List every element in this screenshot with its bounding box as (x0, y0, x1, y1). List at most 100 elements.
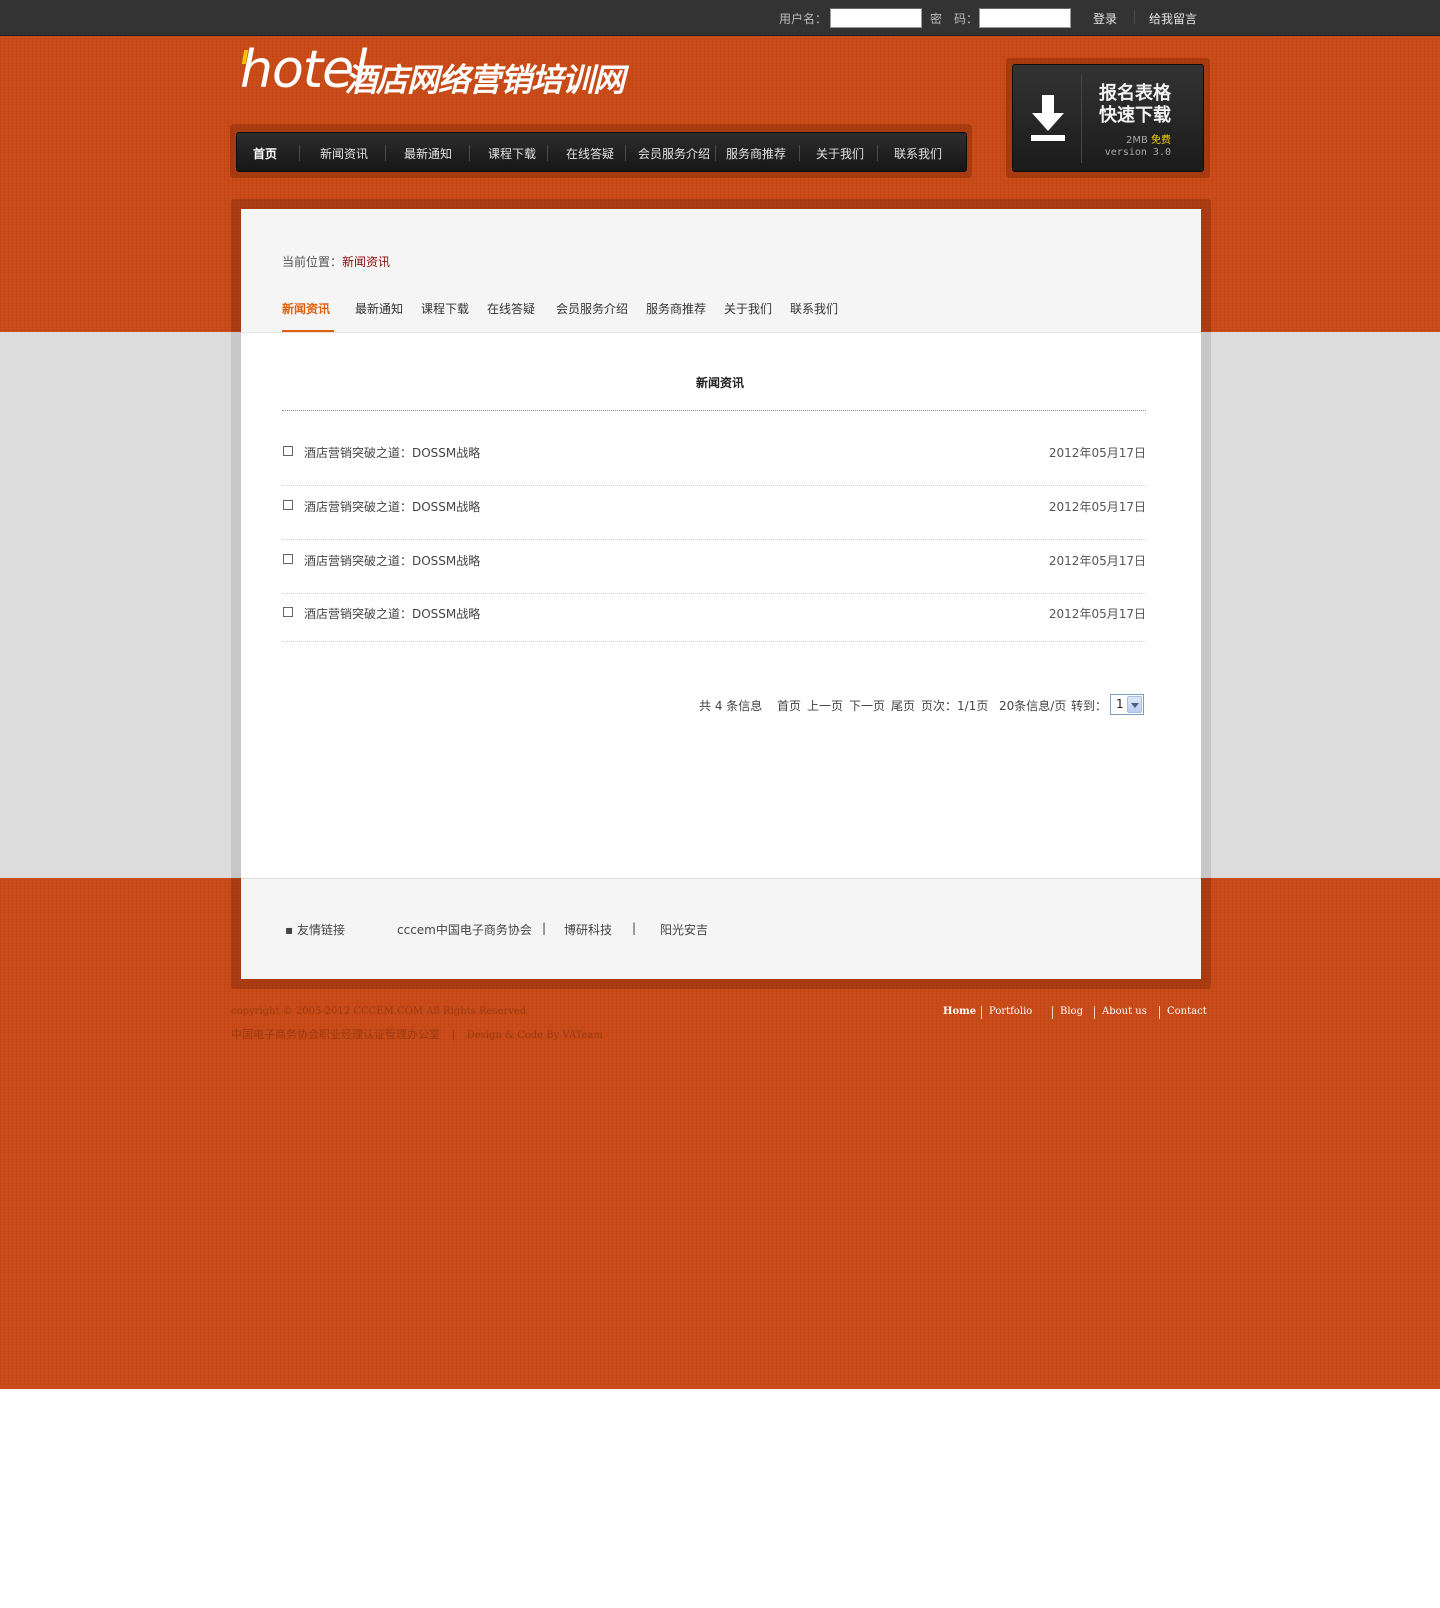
nav-item-qa[interactable]: 在线答疑 (566, 145, 614, 162)
download-title-line2: 快速下载 (1099, 105, 1171, 126)
footer-nav-divider (1052, 1006, 1053, 1019)
pager-page-info: 页次：1/1页 (921, 699, 989, 713)
friend-links-label: ▪ 友情链接 (285, 923, 345, 937)
leave-message-link[interactable]: 给我留言 (1149, 10, 1197, 27)
footer-nav-contact[interactable]: Contact (1167, 1006, 1207, 1017)
chevron-down-icon[interactable] (1127, 696, 1142, 713)
nav-item-membership[interactable]: 会员服务介绍 (638, 145, 710, 162)
friend-link-separator: | (542, 921, 547, 935)
main-nav: 首页 新闻资讯 最新通知 课程下载 在线答疑 会员服务介绍 服务商推荐 关于我们… (236, 132, 967, 172)
footer-org-line: 中国电子商务协会职业经理认证管理办公室 | Design & Code By V… (231, 1026, 603, 1042)
nav-item-news[interactable]: 新闻资讯 (320, 145, 368, 162)
bullet-square-icon (283, 607, 293, 617)
nav-divider (877, 145, 878, 161)
password-input[interactable] (979, 8, 1071, 28)
subnav-item-news[interactable]: 新闻资讯 (282, 300, 330, 317)
list-item-date: 2012年05月17日 (1048, 607, 1146, 621)
list-item-title[interactable]: 酒店营销突破之道：DOSSM战略 (304, 444, 480, 461)
bullet-square-icon (283, 446, 293, 456)
password-label: 密 码： (930, 12, 979, 26)
subnav-item-contact[interactable]: 联系我们 (790, 300, 838, 317)
bullet-square-icon (283, 554, 293, 564)
list-item: 酒店营销突破之道：DOSSM战略 2012年05月17日 (282, 432, 1146, 486)
copyright-text: copyright © 2005-2012 CCCEM.COM All Righ… (231, 1006, 527, 1017)
friend-link-cccem[interactable]: cccem中国电子商务协会 (397, 921, 532, 938)
friend-link-yangguang[interactable]: 阳光安吉 (660, 921, 708, 938)
list-heading: 新闻资讯 (695, 376, 744, 390)
subnav-item-about[interactable]: 关于我们 (724, 300, 772, 317)
footer-nav-portfolio[interactable]: Portfolio (989, 1006, 1032, 1017)
nav-item-providers[interactable]: 服务商推荐 (726, 145, 786, 162)
footer-design-credit: Design & Code By VATeam (466, 1030, 603, 1041)
nav-item-notices[interactable]: 最新通知 (404, 145, 452, 162)
pager-next-link[interactable]: 下一页 (849, 697, 885, 714)
subnav-item-notices[interactable]: 最新通知 (355, 300, 403, 317)
download-title-line1: 报名表格 (1099, 83, 1171, 104)
download-size: 2MB 免费 (1126, 131, 1171, 146)
pager-per-page: 20条信息/页 (999, 699, 1067, 713)
pager-last-link[interactable]: 尾页 (891, 697, 915, 714)
breadcrumb-prefix: 当前位置： (282, 255, 343, 269)
friend-link-separator: | (632, 921, 637, 935)
footer-nav-home[interactable]: Home (943, 1006, 976, 1017)
footer-nav-divider (1159, 1006, 1160, 1019)
list-item-date: 2012年05月17日 (1048, 554, 1146, 568)
subnav-item-membership[interactable]: 会员服务介绍 (556, 300, 628, 317)
download-form-button[interactable]: 报名表格 快速下载 2MB 免费 version 3.0 (1012, 64, 1204, 172)
nav-item-downloads[interactable]: 课程下载 (488, 145, 536, 162)
subnav-active-underline (282, 330, 334, 332)
friend-link-boyan[interactable]: 博研科技 (564, 921, 612, 938)
breadcrumb-current[interactable]: 新闻资讯 (342, 255, 390, 269)
list-item-title[interactable]: 酒店营销突破之道：DOSSM战略 (304, 605, 480, 622)
list-item-title[interactable]: 酒店营销突破之道：DOSSM战略 (304, 552, 480, 569)
footer-separator: | (451, 1028, 456, 1041)
pager-page-select-value: 1 (1116, 697, 1124, 711)
nav-divider (799, 145, 800, 161)
breadcrumb: 当前位置：新闻资讯 (282, 253, 390, 270)
topbar-divider (1134, 10, 1135, 24)
download-version: version 3.0 (1104, 147, 1171, 158)
subnav-item-providers[interactable]: 服务商推荐 (646, 300, 706, 317)
footer-nav-blog[interactable]: Blog (1060, 1006, 1083, 1017)
main-nav-frame: 首页 新闻资讯 最新通知 课程下载 在线答疑 会员服务介绍 服务商推荐 关于我们… (230, 124, 972, 178)
download-divider (1081, 75, 1082, 163)
list-item: 酒店营销突破之道：DOSSM战略 2012年05月17日 (282, 486, 1146, 540)
nav-item-contact[interactable]: 联系我们 (894, 145, 942, 162)
nav-divider (469, 145, 470, 161)
bullet-square-icon (283, 500, 293, 510)
nav-divider (299, 145, 300, 161)
download-arrow-icon (1031, 95, 1065, 141)
pager-first-link[interactable]: 首页 (777, 697, 801, 714)
footer-nav-divider (1094, 1006, 1095, 1019)
list-item: 酒店营销突破之道：DOSSM战略 2012年05月17日 (282, 593, 1146, 642)
footer-nav-about[interactable]: About us (1102, 1006, 1147, 1017)
list-item-date: 2012年05月17日 (1048, 446, 1146, 460)
pager-total: 共 4 条信息 (699, 699, 763, 713)
download-box-frame: 报名表格 快速下载 2MB 免费 version 3.0 (1006, 58, 1210, 178)
list-item-title[interactable]: 酒店营销突破之道：DOSSM战略 (304, 498, 480, 515)
nav-item-about[interactable]: 关于我们 (816, 145, 864, 162)
list-item-date: 2012年05月17日 (1048, 500, 1146, 514)
download-free-badge: 免费 (1151, 135, 1171, 146)
subnav-item-downloads[interactable]: 课程下载 (421, 300, 469, 317)
list-heading-rule (282, 410, 1146, 411)
subnav-item-qa[interactable]: 在线答疑 (487, 300, 535, 317)
login-button[interactable]: 登录 (1093, 10, 1117, 27)
username-input[interactable] (830, 8, 922, 28)
nav-divider (547, 145, 548, 161)
pager-goto-label: 转到： (1071, 699, 1108, 713)
nav-divider (385, 145, 386, 161)
list-item: 酒店营销突破之道：DOSSM战略 2012年05月17日 (282, 540, 1146, 594)
pager-prev-link[interactable]: 上一页 (807, 697, 843, 714)
footer-nav-divider (981, 1006, 982, 1019)
nav-divider (625, 145, 626, 161)
download-size-value: 2MB (1125, 135, 1148, 146)
friend-links-panel (241, 878, 1201, 979)
nav-divider (715, 145, 716, 161)
username-label: 用户名： (779, 12, 828, 26)
footer-org: 中国电子商务协会职业经理认证管理办公室 (231, 1028, 440, 1041)
logo-title: 酒店网络营销培训网 (345, 61, 625, 99)
pager-page-select[interactable]: 1 (1110, 694, 1144, 715)
nav-item-home[interactable]: 首页 (253, 145, 277, 162)
top-login-bar: 用户名： 密 码： 登录 给我留言 (0, 0, 1440, 36)
